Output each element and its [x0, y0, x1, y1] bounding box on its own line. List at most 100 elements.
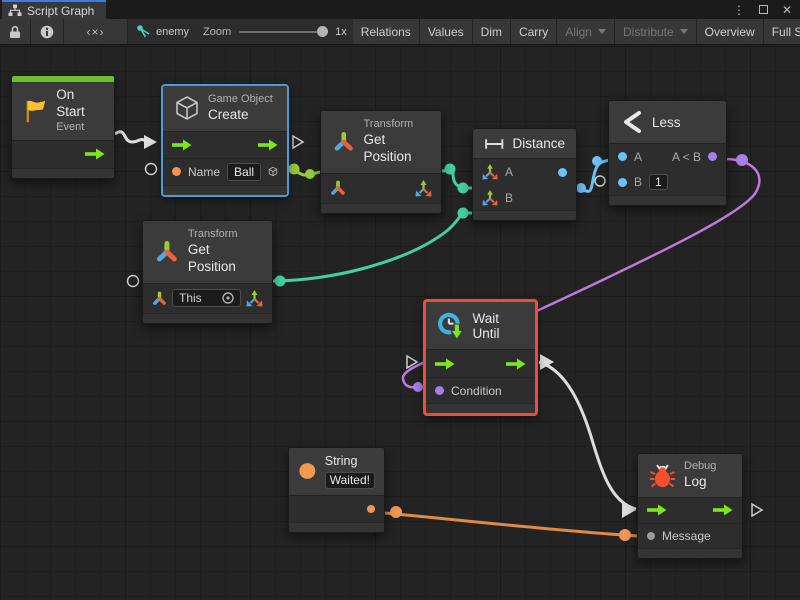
graph-toolbar: ‹×› enemy Zoom 1x Relations Values Dim C…	[0, 19, 800, 45]
wait-timer-icon	[436, 310, 464, 341]
flow-input-port[interactable]	[435, 358, 455, 370]
node-string-literal[interactable]: String Waited!	[288, 447, 385, 533]
bool-output-port[interactable]	[708, 152, 717, 161]
flow-output-port[interactable]	[85, 148, 105, 160]
tab-script-graph[interactable]: Script Graph	[2, 0, 106, 19]
transform-input-port[interactable]	[330, 180, 346, 196]
bug-icon	[649, 462, 676, 489]
carry-button[interactable]: Carry	[511, 19, 557, 44]
less-than-icon	[620, 110, 644, 134]
values-button[interactable]: Values	[420, 19, 473, 44]
cube-icon	[174, 95, 200, 121]
port-b-label: B	[634, 175, 642, 189]
node-get-position-bottom[interactable]: Transform Get Position This	[142, 220, 273, 324]
maximize-icon[interactable]	[759, 5, 768, 14]
target-object-field[interactable]: This	[172, 289, 241, 307]
port-a-label: A	[634, 150, 642, 164]
node-distance[interactable]: Distance A B	[472, 128, 577, 221]
object-picker-icon[interactable]	[222, 292, 234, 304]
node-title: Wait Until	[472, 311, 525, 341]
string-output-port[interactable]	[367, 505, 375, 513]
window-menu-icon[interactable]: ⋮	[733, 4, 745, 16]
node-create[interactable]: Game Object Create Name Ball	[162, 85, 288, 196]
window-controls: ⋮ ✕	[733, 0, 800, 19]
chevron-down-icon	[680, 29, 688, 34]
name-port-label: Name	[188, 165, 220, 179]
graph-name: enemy	[156, 26, 189, 38]
transform-icon	[332, 129, 356, 155]
flow-output-port[interactable]	[258, 139, 278, 151]
info-button[interactable]	[31, 19, 64, 44]
node-category: Transform	[364, 118, 431, 132]
condition-label: Condition	[451, 384, 502, 398]
relations-button[interactable]: Relations	[353, 19, 420, 44]
b-value-field[interactable]: 1	[649, 174, 668, 190]
vector3-input-port[interactable]	[482, 164, 498, 180]
script-graph-asset-icon	[136, 24, 151, 39]
zoom-slider-handle[interactable]	[317, 26, 328, 37]
flow-output-port[interactable]	[506, 358, 526, 370]
string-value-field[interactable]: Waited!	[325, 472, 375, 489]
port-b-label: B	[505, 191, 513, 205]
node-title: String	[325, 454, 375, 470]
node-category: Game Object	[208, 93, 273, 107]
name-value-field[interactable]: Ball	[227, 163, 261, 181]
code-preview-button[interactable]: ‹×›	[64, 19, 128, 44]
node-debug-log[interactable]: Debug Log Message	[637, 453, 743, 559]
zoom-label: Zoom	[203, 26, 231, 38]
align-dropdown[interactable]: Align	[557, 19, 615, 44]
overview-button[interactable]: Overview	[697, 19, 764, 44]
port-a-label: A	[505, 165, 513, 179]
fullscreen-button[interactable]: Full Screen	[764, 19, 800, 44]
code-icon: ‹×›	[87, 25, 105, 39]
string-icon	[298, 458, 317, 484]
zoom-control: Zoom 1x	[197, 19, 353, 44]
node-get-position-top[interactable]: Transform Get Position	[320, 110, 442, 214]
distance-icon	[484, 137, 504, 151]
flag-icon	[21, 97, 48, 125]
node-category: Transform	[188, 228, 261, 242]
transform-icon	[154, 239, 180, 265]
node-wait-until[interactable]: Wait Until Condition	[424, 300, 537, 415]
lock-button[interactable]	[0, 19, 31, 44]
node-title: On Start	[56, 87, 105, 121]
node-title: Create	[208, 107, 273, 124]
node-less[interactable]: Less A A < B B 1	[608, 100, 727, 206]
node-title: Get Position	[364, 132, 431, 166]
node-subtitle: Event	[56, 121, 105, 135]
graph-hierarchy-icon	[8, 4, 22, 17]
lock-icon	[9, 25, 21, 39]
close-icon[interactable]: ✕	[782, 4, 792, 16]
float-input-port-b[interactable]	[618, 178, 627, 187]
message-input-port[interactable]	[647, 532, 655, 540]
flow-input-port[interactable]	[172, 139, 192, 151]
gameobject-output-port[interactable]	[268, 163, 278, 180]
node-title: Less	[652, 115, 681, 130]
node-title: Get Position	[188, 242, 261, 276]
info-icon	[40, 25, 54, 39]
node-on-start[interactable]: On Start Event	[11, 75, 115, 179]
chevron-down-icon	[598, 29, 606, 34]
flow-input-port[interactable]	[647, 504, 667, 516]
node-title: Log	[684, 474, 716, 491]
tab-title: Script Graph	[27, 4, 94, 18]
string-input-port[interactable]	[172, 167, 181, 176]
distribute-dropdown[interactable]: Distribute	[615, 19, 697, 44]
title-bar: Script Graph ⋮ ✕	[0, 0, 800, 19]
zoom-slider[interactable]	[239, 31, 327, 33]
condition-input-port[interactable]	[435, 386, 444, 395]
flow-output-port[interactable]	[713, 504, 733, 516]
vector3-output-port[interactable]	[415, 180, 432, 197]
message-label: Message	[662, 529, 711, 543]
toolbar-right-buttons: Relations Values Dim Carry Align Distrib…	[353, 19, 800, 44]
output-label: A < B	[672, 150, 701, 164]
float-output-port[interactable]	[558, 168, 567, 177]
zoom-value: 1x	[335, 26, 347, 38]
float-input-port-a[interactable]	[618, 152, 627, 161]
graph-asset-label[interactable]: enemy	[128, 19, 197, 44]
vector3-output-port[interactable]	[246, 290, 263, 307]
script-graph-window: Script Graph ⋮ ✕ ‹×›	[0, 0, 800, 600]
transform-input-port[interactable]	[152, 291, 167, 306]
vector3-input-port[interactable]	[482, 190, 498, 206]
dim-button[interactable]: Dim	[473, 19, 511, 44]
